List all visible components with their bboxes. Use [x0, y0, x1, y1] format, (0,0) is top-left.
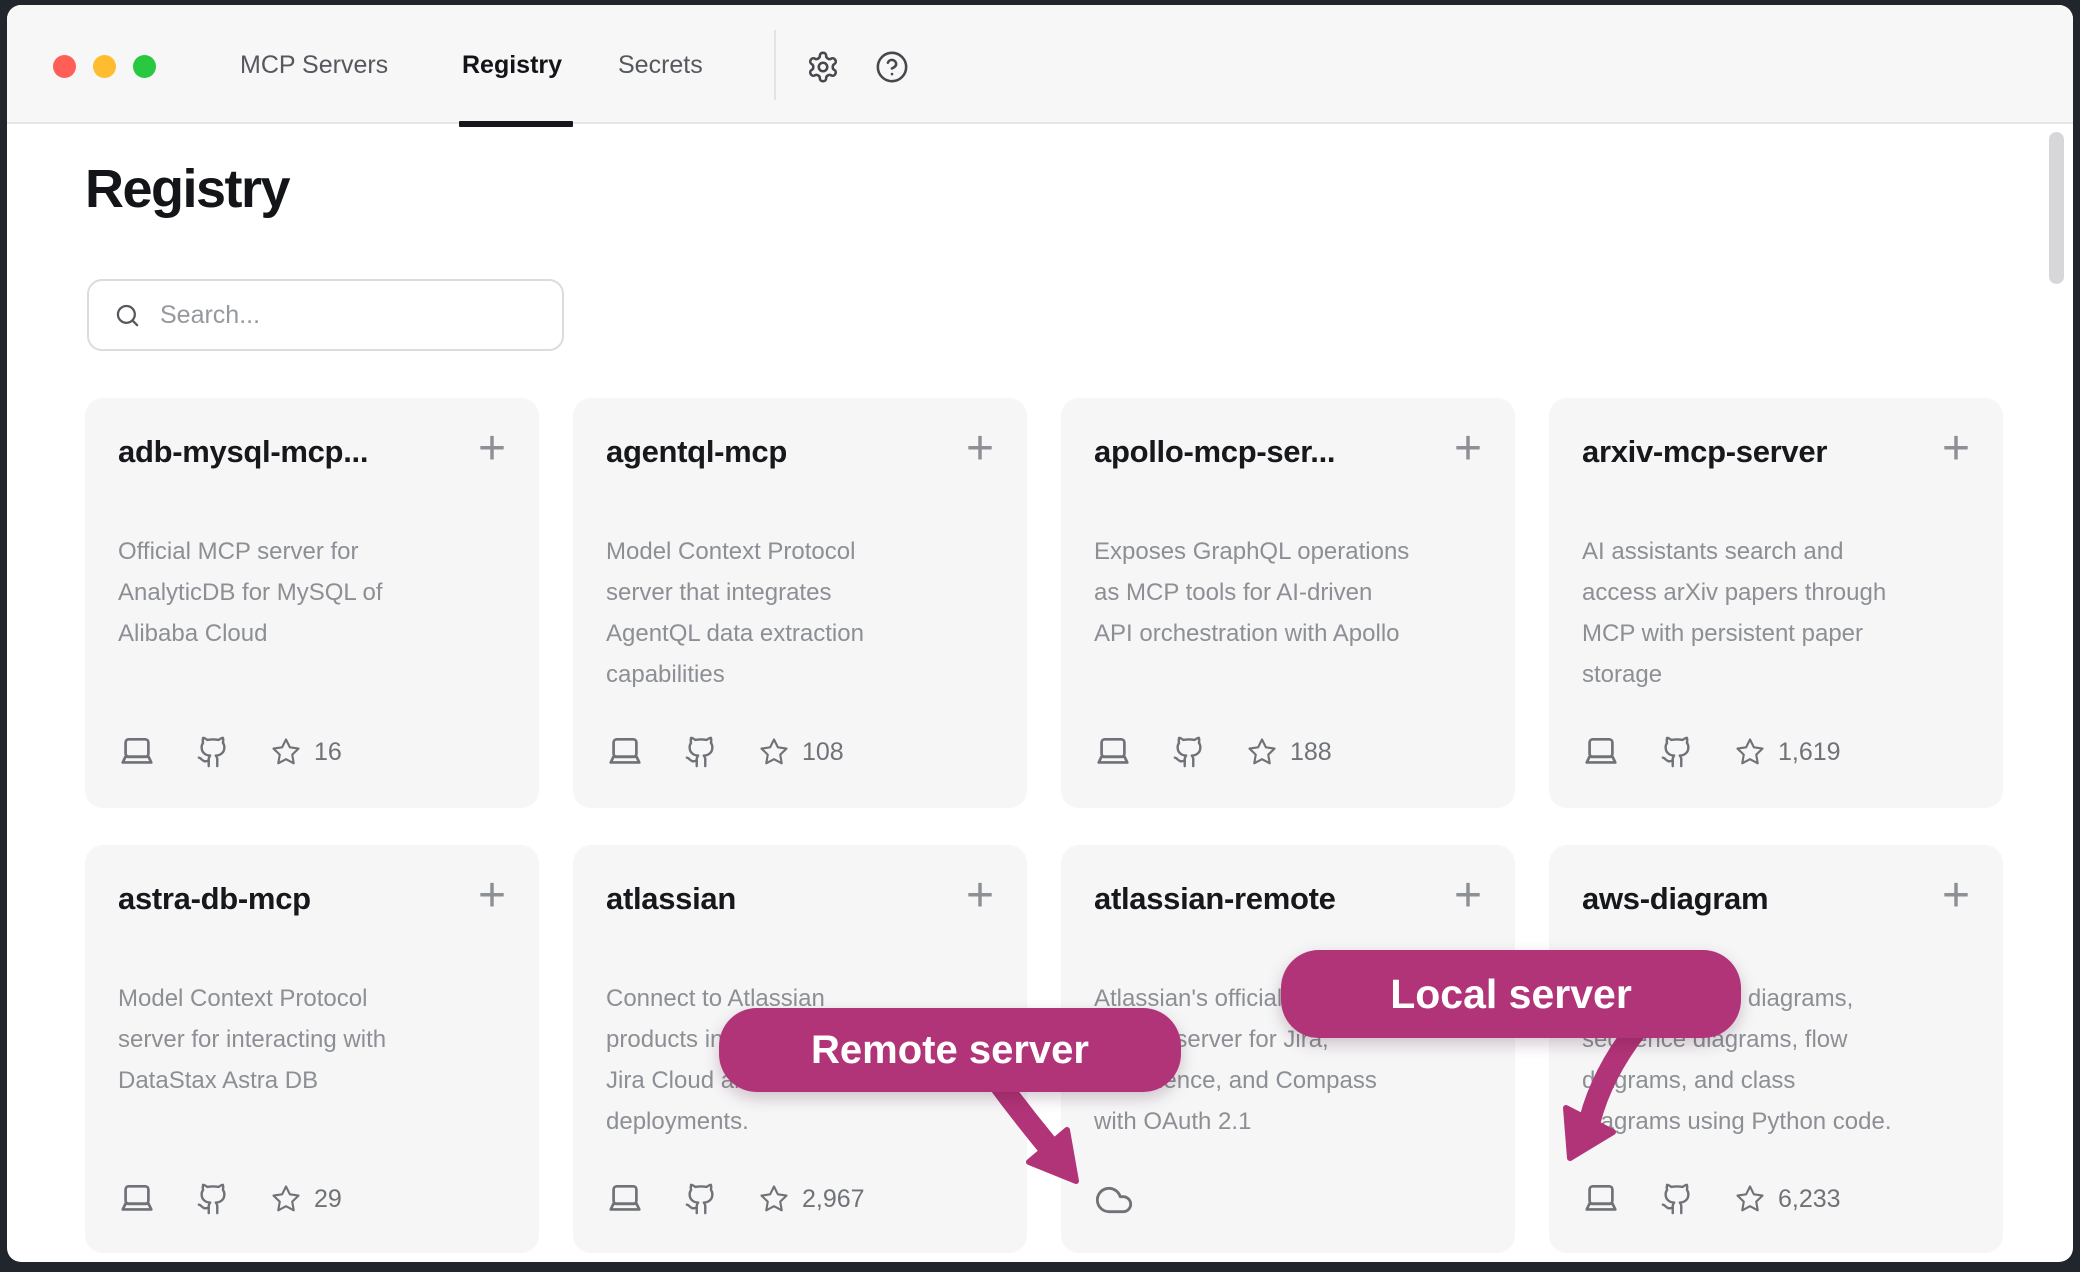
add-server-button[interactable]: +: [1454, 881, 1482, 911]
laptop-icon: [118, 733, 156, 771]
star-count: 16: [314, 738, 342, 767]
card-title: aws-diagram: [1582, 881, 1768, 917]
github-icon[interactable]: [156, 735, 230, 769]
search-box[interactable]: [87, 279, 564, 351]
card-footer: 2,967: [606, 1180, 865, 1218]
card-footer: 6,233: [1582, 1180, 1841, 1218]
card-title: adb-mysql-mcp...: [118, 434, 368, 470]
active-tab-underline: [459, 121, 573, 127]
close-window-button[interactable]: [53, 55, 76, 78]
card-title: atlassian-remote: [1094, 881, 1336, 917]
card-agentql-mcp[interactable]: agentql-mcp + Model Context Protocol ser…: [573, 398, 1027, 808]
titlebar: MCP Servers Registry Secrets: [7, 5, 2073, 124]
card-footer: 29: [118, 1180, 342, 1218]
card-adb-mysql-mcp[interactable]: adb-mysql-mcp... + Official MCP server f…: [85, 398, 539, 808]
tab-secrets[interactable]: Secrets: [618, 51, 703, 80]
gear-icon[interactable]: [806, 50, 840, 84]
card-footer: 1,619: [1582, 733, 1841, 771]
star-icon: [1694, 737, 1765, 767]
github-icon[interactable]: [156, 1182, 230, 1216]
star-count: 6,233: [1778, 1185, 1841, 1214]
card-astra-db-mcp[interactable]: astra-db-mcp + Model Context Protocol se…: [85, 845, 539, 1253]
vertical-scrollbar[interactable]: [2049, 132, 2064, 284]
card-arxiv-mcp-server[interactable]: arxiv-mcp-server + AI assistants search …: [1549, 398, 2003, 808]
card-apollo-mcp-server[interactable]: apollo-mcp-ser... + Exposes GraphQL oper…: [1061, 398, 1515, 808]
add-server-button[interactable]: +: [478, 881, 506, 911]
card-title: astra-db-mcp: [118, 881, 311, 917]
card-aws-diagram[interactable]: aws-diagram + Generate AWS diagrams, seq…: [1549, 845, 2003, 1253]
github-icon[interactable]: [1620, 735, 1694, 769]
card-description: Model Context Protocol server that integ…: [606, 531, 994, 695]
star-icon: [718, 1184, 789, 1214]
github-icon[interactable]: [1620, 1182, 1694, 1216]
card-title: arxiv-mcp-server: [1582, 434, 1827, 470]
remote-server-callout: Remote server: [719, 1008, 1181, 1092]
card-title: atlassian: [606, 881, 736, 917]
minimize-window-button[interactable]: [93, 55, 116, 78]
laptop-icon: [606, 1180, 644, 1218]
star-count: 108: [802, 738, 844, 767]
page-title: Registry: [85, 158, 289, 220]
card-footer: 188: [1094, 733, 1332, 771]
local-server-callout: Local server: [1281, 950, 1741, 1038]
header-divider: [774, 30, 776, 100]
github-icon[interactable]: [644, 735, 718, 769]
add-server-button[interactable]: +: [966, 434, 994, 464]
card-description: Model Context Protocol server for intera…: [118, 978, 506, 1101]
card-footer: [1094, 1180, 1134, 1220]
add-server-button[interactable]: +: [1942, 434, 1970, 464]
star-count: 1,619: [1778, 738, 1841, 767]
tab-mcp-servers[interactable]: MCP Servers: [240, 51, 388, 80]
star-icon: [718, 737, 789, 767]
add-server-button[interactable]: +: [478, 434, 506, 464]
star-icon: [230, 1184, 301, 1214]
card-footer: 108: [606, 733, 844, 771]
add-server-button[interactable]: +: [1454, 434, 1482, 464]
laptop-icon: [1094, 733, 1132, 771]
help-icon[interactable]: [875, 50, 909, 84]
laptop-icon: [606, 733, 644, 771]
star-icon: [230, 737, 301, 767]
search-input[interactable]: [158, 300, 542, 331]
card-description: Official MCP server for AnalyticDB for M…: [118, 531, 506, 654]
card-title: agentql-mcp: [606, 434, 787, 470]
tab-registry[interactable]: Registry: [462, 51, 562, 80]
add-server-button[interactable]: +: [1942, 881, 1970, 911]
star-icon: [1206, 737, 1277, 767]
cloud-icon: [1094, 1180, 1134, 1220]
star-count: 188: [1290, 738, 1332, 767]
search-icon: [114, 302, 141, 329]
card-footer: 16: [118, 733, 342, 771]
add-server-button[interactable]: +: [966, 881, 994, 911]
github-icon[interactable]: [1132, 735, 1206, 769]
card-description: Exposes GraphQL operations as MCP tools …: [1094, 531, 1482, 654]
zoom-window-button[interactable]: [133, 55, 156, 78]
laptop-icon: [1582, 1180, 1620, 1218]
star-icon: [1694, 1184, 1765, 1214]
laptop-icon: [1582, 733, 1620, 771]
screenshot-stage: MCP Servers Registry Secrets Registry ad…: [0, 0, 2080, 1272]
card-description: AI assistants search and access arXiv pa…: [1582, 531, 1970, 695]
star-count: 29: [314, 1185, 342, 1214]
github-icon[interactable]: [644, 1182, 718, 1216]
star-count: 2,967: [802, 1185, 865, 1214]
card-title: apollo-mcp-ser...: [1094, 434, 1335, 470]
laptop-icon: [118, 1180, 156, 1218]
